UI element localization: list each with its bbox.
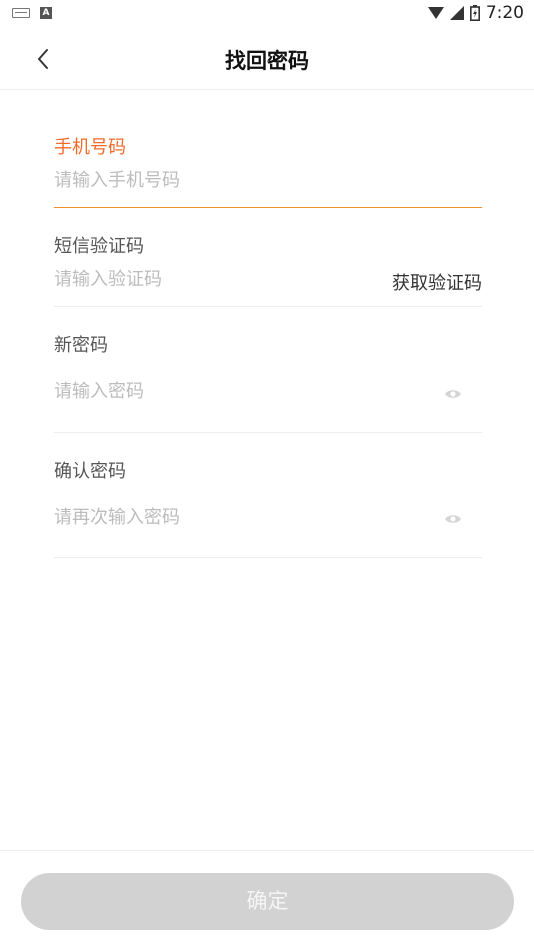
new-password-field-group: 新密码 [54,331,482,433]
phone-label: 手机号码 [54,137,126,158]
phone-field-group: 手机号码 [54,133,482,208]
new-password-input[interactable] [54,381,384,402]
status-bar: A 7:20 [0,0,534,28]
eye-icon[interactable] [444,388,462,400]
confirm-button[interactable]: 确定 [21,873,514,930]
phone-input[interactable] [54,170,384,191]
battery-icon [469,5,480,21]
page-title: 找回密码 [225,49,309,73]
sms-code-divider [54,306,482,307]
new-password-divider [54,432,482,433]
new-password-label: 新密码 [54,335,108,356]
keyboard-icon [12,8,30,18]
footer-divider [0,850,534,851]
sms-code-field-group: 短信验证码 获取验证码 [54,232,482,307]
status-left: A [12,7,52,19]
wifi-icon [427,7,444,19]
a-badge-icon: A [40,7,52,19]
get-code-button[interactable]: 获取验证码 [392,269,482,295]
sms-code-label: 短信验证码 [54,236,144,257]
phone-underline [54,207,482,208]
confirm-password-label: 确认密码 [54,461,126,482]
eye-icon[interactable] [444,513,462,525]
status-right: 7:20 [427,3,524,23]
confirm-password-field-group: 确认密码 [54,457,482,558]
sms-code-input[interactable] [54,269,354,290]
signal-icon [449,6,464,20]
confirm-password-input[interactable] [54,507,384,528]
confirm-password-divider [54,557,482,558]
top-bar: 找回密码 [0,28,534,90]
status-time: 7:20 [485,3,524,23]
